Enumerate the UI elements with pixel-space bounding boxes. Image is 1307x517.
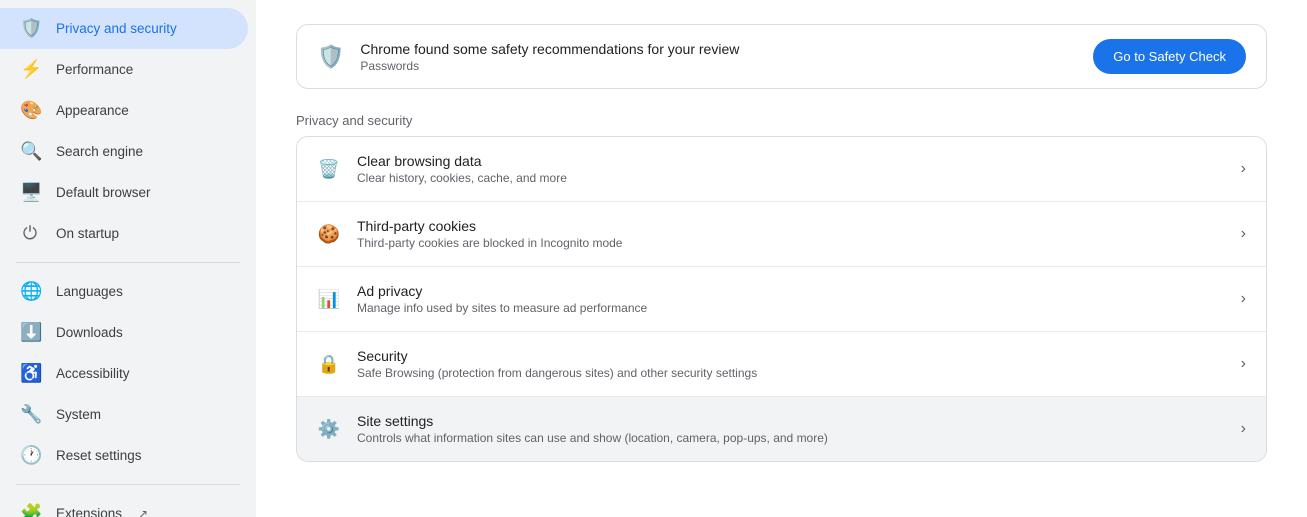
sidebar-item-label: Performance <box>56 62 133 77</box>
chevron-right-icon: › <box>1241 160 1246 178</box>
settings-item-text: Ad privacy Manage info used by sites to … <box>357 283 1225 315</box>
sidebar-item-reset-settings[interactable]: 🕐 Reset settings <box>0 435 248 476</box>
settings-item-title: Clear browsing data <box>357 153 1225 169</box>
section-title: Privacy and security <box>296 113 1267 128</box>
startup-icon: ⏻ <box>20 223 40 244</box>
settings-item-security[interactable]: 🔒 Security Safe Browsing (protection fro… <box>297 332 1266 397</box>
sidebar: 🛡️ Privacy and security ⚡ Performance 🎨 … <box>0 0 256 517</box>
safety-banner: 🛡️ Chrome found some safety recommendati… <box>296 24 1267 89</box>
sidebar-item-search-engine[interactable]: 🔍 Search engine <box>0 131 248 172</box>
banner-title: Chrome found some safety recommendations… <box>360 41 1077 57</box>
sidebar-item-downloads[interactable]: ⬇️ Downloads <box>0 312 248 353</box>
system-icon: 🔧 <box>20 404 40 425</box>
site-settings-icon: ⚙️ <box>317 419 341 440</box>
extensions-icon: 🧩 <box>20 503 40 517</box>
accessibility-icon: ♿ <box>20 363 40 384</box>
go-to-safety-check-button[interactable]: Go to Safety Check <box>1093 39 1246 74</box>
search-icon: 🔍 <box>20 141 40 162</box>
external-link-icon: ↗ <box>138 507 148 517</box>
downloads-icon: ⬇️ <box>20 322 40 343</box>
browser-icon: 🖥️ <box>20 182 40 203</box>
performance-icon: ⚡ <box>20 59 40 80</box>
sidebar-item-privacy-security[interactable]: 🛡️ Privacy and security <box>0 8 248 49</box>
main-content: 🛡️ Chrome found some safety recommendati… <box>256 0 1307 517</box>
settings-item-desc: Clear history, cookies, cache, and more <box>357 171 1225 185</box>
sidebar-item-label: On startup <box>56 226 119 241</box>
settings-item-clear-browsing-data[interactable]: 🗑️ Clear browsing data Clear history, co… <box>297 137 1266 202</box>
sidebar-item-languages[interactable]: 🌐 Languages <box>0 271 248 312</box>
sidebar-item-accessibility[interactable]: ♿ Accessibility <box>0 353 248 394</box>
settings-list: 🗑️ Clear browsing data Clear history, co… <box>296 136 1267 462</box>
chevron-right-icon: › <box>1241 225 1246 243</box>
settings-item-desc: Manage info used by sites to measure ad … <box>357 301 1225 315</box>
settings-item-text: Third-party cookies Third-party cookies … <box>357 218 1225 250</box>
shield-icon: 🛡️ <box>20 18 40 39</box>
banner-subtitle: Passwords <box>360 59 1077 73</box>
sidebar-item-default-browser[interactable]: 🖥️ Default browser <box>0 172 248 213</box>
settings-item-title: Third-party cookies <box>357 218 1225 234</box>
clear-data-icon: 🗑️ <box>317 159 341 180</box>
sidebar-item-label: Privacy and security <box>56 21 177 36</box>
ad-privacy-icon: 📊 <box>317 289 341 310</box>
sidebar-item-label: Search engine <box>56 144 143 159</box>
sidebar-item-performance[interactable]: ⚡ Performance <box>0 49 248 90</box>
settings-item-text: Clear browsing data Clear history, cooki… <box>357 153 1225 185</box>
chevron-right-icon: › <box>1241 355 1246 373</box>
settings-item-site-settings[interactable]: ⚙️ Site settings Controls what informati… <box>297 397 1266 461</box>
sidebar-item-label: Extensions <box>56 506 122 517</box>
sidebar-item-label: Languages <box>56 284 123 299</box>
settings-item-desc: Controls what information sites can use … <box>357 431 1225 445</box>
settings-item-title: Security <box>357 348 1225 364</box>
sidebar-item-label: Accessibility <box>56 366 130 381</box>
chevron-right-icon: › <box>1241 420 1246 438</box>
settings-item-desc: Third-party cookies are blocked in Incog… <box>357 236 1225 250</box>
sidebar-item-label: Default browser <box>56 185 151 200</box>
languages-icon: 🌐 <box>20 281 40 302</box>
settings-item-text: Site settings Controls what information … <box>357 413 1225 445</box>
chevron-right-icon: › <box>1241 290 1246 308</box>
sidebar-item-label: Appearance <box>56 103 129 118</box>
sidebar-item-label: System <box>56 407 101 422</box>
sidebar-divider <box>16 262 240 263</box>
banner-shield-icon: 🛡️ <box>317 44 344 70</box>
settings-item-title: Ad privacy <box>357 283 1225 299</box>
settings-item-text: Security Safe Browsing (protection from … <box>357 348 1225 380</box>
cookies-icon: 🍪 <box>317 224 341 245</box>
reset-icon: 🕐 <box>20 445 40 466</box>
sidebar-item-appearance[interactable]: 🎨 Appearance <box>0 90 248 131</box>
settings-item-desc: Safe Browsing (protection from dangerous… <box>357 366 1225 380</box>
settings-item-ad-privacy[interactable]: 📊 Ad privacy Manage info used by sites t… <box>297 267 1266 332</box>
sidebar-item-label: Downloads <box>56 325 123 340</box>
banner-text: Chrome found some safety recommendations… <box>360 41 1077 73</box>
settings-item-third-party-cookies[interactable]: 🍪 Third-party cookies Third-party cookie… <box>297 202 1266 267</box>
sidebar-item-system[interactable]: 🔧 System <box>0 394 248 435</box>
security-icon: 🔒 <box>317 354 341 375</box>
settings-item-title: Site settings <box>357 413 1225 429</box>
sidebar-item-label: Reset settings <box>56 448 142 463</box>
sidebar-item-on-startup[interactable]: ⏻ On startup <box>0 213 248 254</box>
sidebar-item-extensions[interactable]: 🧩 Extensions ↗ <box>0 493 248 517</box>
sidebar-divider-2 <box>16 484 240 485</box>
appearance-icon: 🎨 <box>20 100 40 121</box>
